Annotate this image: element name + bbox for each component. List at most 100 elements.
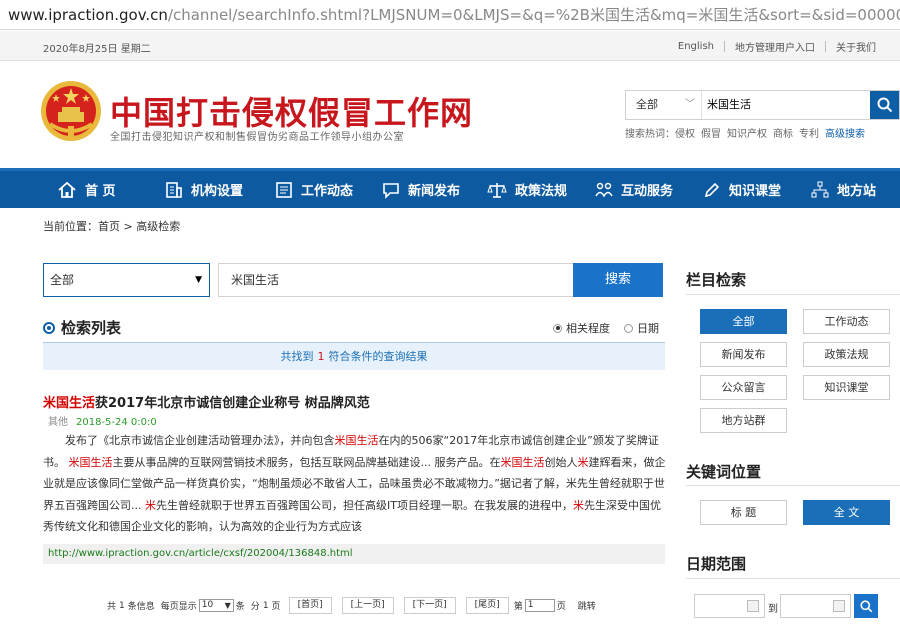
list-header: 检索列表 (43, 317, 121, 338)
result-title-rest: 获2017年北京市诚信创建企业称号 树品牌风范 (95, 396, 370, 411)
pager-text: 分 (250, 602, 260, 612)
jump-button[interactable]: 跳转 (578, 599, 596, 612)
link-english[interactable]: English (668, 41, 724, 52)
snippet-highlight: 米国生活 (334, 434, 379, 447)
nav-label: 互动服务 (621, 184, 674, 199)
nav-local[interactable]: 地方站 (811, 180, 876, 199)
column-work-button[interactable]: 工作动态 (803, 309, 890, 334)
result-title[interactable]: 米国生活获2017年北京市诚信创建企业称号 树品牌风范 (43, 392, 370, 411)
column-local-button[interactable]: 地方站群 (700, 408, 787, 433)
nav-home[interactable]: 首 页 (57, 180, 116, 199)
home-icon (58, 181, 76, 198)
adv-scope-value: 全部 (50, 273, 75, 287)
chat-icon (383, 182, 399, 199)
pager-pages: 1 (262, 600, 269, 611)
top-bar: 2020年8月25日 星期二 English 地方管理用户入口 关于我们 (0, 31, 900, 61)
pager-text: 页 (271, 602, 281, 612)
column-message-button[interactable]: 公众留言 (700, 375, 787, 400)
adv-scope-select[interactable]: 全部 ▼ (43, 263, 210, 297)
adv-search-input[interactable]: 米国生活 (218, 263, 574, 297)
sort-label: 日期 (637, 322, 659, 335)
last-page-button[interactable]: [尾页] (465, 597, 509, 614)
hot-word[interactable]: 侵权 (675, 129, 695, 140)
date-from-input[interactable] (694, 594, 765, 618)
nav-news[interactable]: 新闻发布 (382, 180, 460, 199)
search-button[interactable] (870, 91, 899, 119)
site-subtitle: 全国打击侵犯知识产权和制售假冒伪劣商品工作领导小组办公室 (110, 132, 404, 143)
per-page-value: 10 (201, 600, 214, 610)
nav-label: 首 页 (85, 184, 116, 199)
nav-work[interactable]: 工作动态 (275, 180, 353, 199)
snippet-highlight: 米 (572, 498, 584, 512)
date-to-input[interactable] (780, 594, 851, 618)
top-links: English 地方管理用户入口 关于我们 (668, 39, 886, 54)
prev-page-button[interactable]: [上一页] (341, 597, 394, 614)
site-header: 中国打击侵权假冒工作网 全国打击侵犯知识产权和制售假冒伪劣商品工作领导小组办公室… (0, 62, 900, 168)
keyword-fulltext-button[interactable]: 全 文 (803, 500, 890, 525)
nav-interact[interactable]: 互动服务 (595, 180, 673, 199)
list-doc-icon (276, 181, 292, 198)
dropdown-arrow-icon: ▼ (195, 275, 202, 285)
nav-label: 新闻发布 (408, 184, 461, 199)
hot-word[interactable]: 假冒 (701, 129, 721, 140)
search-input[interactable]: 米国生活 (702, 91, 870, 119)
pager-total: 1 (119, 600, 125, 611)
keyword-position-title: 关键词位置 (686, 463, 762, 481)
result-count-bar: 共找到 1 符合条件的查询结果 (43, 342, 665, 370)
snippet-highlight: 米 (577, 455, 589, 469)
bullet-icon (43, 321, 55, 334)
nav-org[interactable]: 机构设置 (165, 180, 243, 199)
next-page-button[interactable]: [下一页] (403, 597, 456, 614)
goto-page-input[interactable]: 1 (524, 599, 555, 612)
snippet-text: 先生曾经就职于世界五百强跨国公司，担任高级IT项目经理一职。在我发展的进程中， (156, 498, 573, 512)
result-category: 其他 (48, 417, 68, 428)
hot-word[interactable]: 知识产权 (727, 129, 767, 140)
nav-label: 工作动态 (301, 184, 354, 199)
date-search-button[interactable] (854, 594, 878, 618)
hot-words: 搜索热词：侵权 假冒 知识产权 商标 专利 高级搜索 (625, 125, 871, 140)
snippet-highlight: 米国生活 (500, 455, 545, 469)
hot-word[interactable]: 商标 (773, 129, 793, 140)
pager-text: 共 (107, 602, 117, 612)
adv-search-button[interactable]: 搜索 (573, 263, 663, 297)
header-search: 全部 ﹀ 米国生活 (625, 90, 900, 120)
search-icon (859, 599, 872, 612)
nav-policy[interactable]: 政策法规 (487, 180, 567, 199)
advanced-search-link[interactable]: 高级搜索 (825, 129, 865, 140)
column-all-button[interactable]: 全部 (700, 309, 787, 334)
nav-label: 地方站 (837, 184, 877, 199)
search-results-area: 全部 ▼ 米国生活 搜索 检索列表 相关程度 日期 共找到 1 符合条件的查询结果 米… (0, 250, 900, 624)
dropdown-arrow-icon: ▼ (224, 601, 231, 610)
address-bar[interactable]: www.ipraction.gov.cn/channel/searchInfo.… (0, 0, 900, 30)
link-about[interactable]: 关于我们 (826, 39, 886, 54)
link-local-admin[interactable]: 地方管理用户入口 (725, 39, 825, 54)
nav-label: 机构设置 (191, 184, 244, 199)
hot-label: 搜索热词： (625, 129, 675, 140)
hot-word[interactable]: 专利 (799, 129, 819, 140)
column-knowledge-button[interactable]: 知识课堂 (803, 375, 890, 400)
result-snippet: 发布了《北京市诚信企业创建活动管理办法》，并向包含米国生活在内的506家“201… (43, 430, 668, 538)
url-path: /channel/searchInfo.shtml?LMJSNUM=0&LMJS… (167, 6, 900, 24)
column-news-button[interactable]: 新闻发布 (700, 342, 787, 367)
result-url[interactable]: http://www.ipraction.gov.cn/article/cxsf… (43, 544, 665, 564)
url-domain: www.ipraction.gov.cn (8, 6, 168, 24)
per-page-select[interactable]: 10 ▼ (198, 599, 234, 612)
column-policy-button[interactable]: 政策法规 (803, 342, 890, 367)
first-page-button[interactable]: [首页] (288, 597, 332, 614)
result-date: 2018-5-24 0:0:0 (76, 417, 157, 428)
pagination: 共 1 条信息 每页显示 10 ▼ 条 分1页 [首页] [上一页] [下一页] [尾… (107, 597, 596, 614)
scope-select[interactable]: 全部 ﹀ (626, 91, 702, 119)
sort-date-radio[interactable]: 日期 (624, 320, 659, 336)
scales-icon (487, 182, 507, 198)
scope-value: 全部 (636, 98, 658, 111)
nav-knowledge[interactable]: 知识课堂 (703, 180, 781, 199)
sitemap-icon (811, 181, 829, 197)
calendar-icon (747, 600, 759, 612)
keyword-title-button[interactable]: 标 题 (700, 500, 787, 525)
pen-icon (704, 182, 720, 197)
current-date: 2020年8月25日 星期二 (43, 44, 151, 55)
sort-label: 相关程度 (566, 322, 610, 335)
divider (686, 294, 900, 295)
chevron-down-icon: ﹀ (685, 99, 695, 110)
sort-relevance-radio[interactable]: 相关程度 (553, 320, 610, 336)
